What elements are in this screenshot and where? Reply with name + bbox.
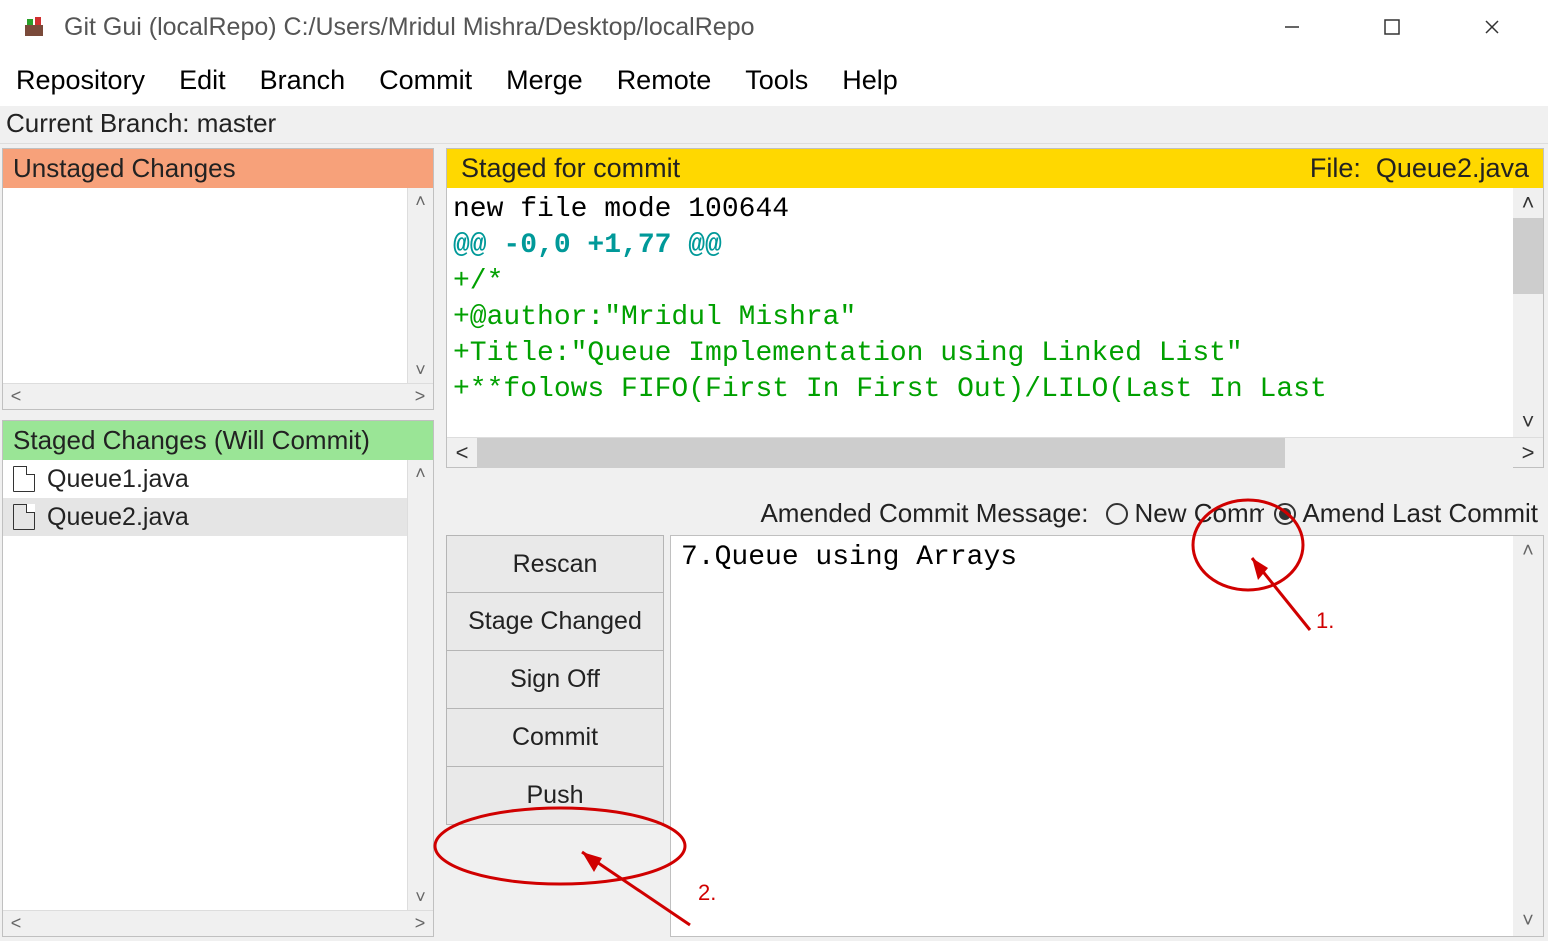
minimize-button[interactable] (1242, 0, 1342, 54)
scroll-left-icon[interactable]: ˂ (447, 438, 477, 468)
diff-line: +Title:"Queue Implementation using Linke… (453, 338, 1243, 369)
unstaged-header: Unstaged Changes (3, 149, 433, 188)
staged-header: Staged Changes (Will Commit) (3, 421, 433, 460)
titlebar: Git Gui (localRepo) C:/Users/Mridul Mish… (0, 0, 1548, 54)
app-icon (22, 15, 46, 39)
commit-area: Amended Commit Message: New Commit Amend… (446, 498, 1544, 937)
stage-changed-button[interactable]: Stage Changed (446, 593, 664, 651)
menu-edit[interactable]: Edit (179, 59, 244, 102)
radio-amend-commit-label: Amend Last Commit (1302, 498, 1538, 529)
diff-line: +/* (453, 266, 503, 297)
diff-file-name: Queue2.java (1376, 153, 1529, 183)
staged-panel: Staged Changes (Will Commit) Queue1.java… (2, 420, 434, 937)
scroll-up-icon[interactable]: ˄ (1513, 188, 1543, 218)
file-icon (13, 466, 35, 492)
staged-file-list[interactable]: Queue1.java Queue2.java (3, 460, 407, 910)
menu-tools[interactable]: Tools (745, 59, 826, 102)
maximize-button[interactable] (1342, 0, 1442, 54)
file-icon (13, 504, 35, 530)
commit-button[interactable]: Commit (446, 709, 664, 767)
scroll-down-icon[interactable]: ˅ (408, 884, 433, 910)
diff-body[interactable]: new file mode 100644 @@ -0,0 +1,77 @@ +/… (447, 188, 1513, 437)
diff-header: Staged for commit File: Queue2.java (447, 149, 1543, 188)
diff-header-left: Staged for commit (461, 153, 680, 184)
right-column: Staged for commit File: Queue2.java new … (438, 144, 1548, 941)
diff-line: @@ -0,0 +1,77 @@ (453, 230, 722, 261)
commit-message-input[interactable] (671, 536, 1513, 936)
scroll-left-icon[interactable]: ˂ (3, 911, 29, 937)
diff-header-right: File: Queue2.java (1310, 153, 1529, 184)
staged-file-row[interactable]: Queue1.java (3, 460, 407, 498)
commit-options: Amended Commit Message: New Commit Amend… (446, 498, 1544, 535)
staged-hscroll[interactable]: ˂ ˃ (3, 910, 433, 936)
push-button[interactable]: Push (446, 767, 664, 825)
scrollbar-thumb[interactable] (477, 438, 1285, 468)
annotation-label-2: 2. (698, 880, 716, 906)
scroll-right-icon[interactable]: ˃ (1513, 438, 1543, 468)
menu-merge[interactable]: Merge (506, 59, 601, 102)
unstaged-vscroll[interactable]: ˄ ˅ (407, 188, 433, 383)
scrollbar-thumb[interactable] (1513, 218, 1543, 294)
menu-commit[interactable]: Commit (379, 59, 490, 102)
scroll-down-icon[interactable]: ˅ (1513, 906, 1543, 936)
commit-message-label: Amended Commit Message: (760, 498, 1088, 529)
scroll-right-icon[interactable]: ˃ (407, 911, 433, 937)
diff-vscroll[interactable]: ˄ ˅ (1513, 188, 1543, 437)
scroll-right-icon[interactable]: ˃ (407, 384, 433, 410)
sign-off-button[interactable]: Sign Off (446, 651, 664, 709)
radio-amend-commit[interactable] (1274, 503, 1296, 525)
scroll-up-icon[interactable]: ˄ (408, 188, 433, 214)
annotation-label-1: 1. (1316, 608, 1334, 634)
menu-help[interactable]: Help (842, 59, 916, 102)
menu-remote[interactable]: Remote (617, 59, 730, 102)
window-title: Git Gui (localRepo) C:/Users/Mridul Mish… (64, 13, 1242, 42)
diff-panel: Staged for commit File: Queue2.java new … (446, 148, 1544, 468)
rescan-button[interactable]: Rescan (446, 535, 664, 593)
menu-branch[interactable]: Branch (260, 59, 364, 102)
radio-new-commit[interactable] (1106, 503, 1128, 525)
scroll-up-icon[interactable]: ˄ (408, 460, 433, 486)
staged-file-name: Queue2.java (47, 503, 189, 532)
diff-line: +**folows FIFO(First In First Out)/LILO(… (453, 374, 1327, 405)
window-controls (1242, 0, 1542, 54)
scroll-down-icon[interactable]: ˅ (1513, 407, 1543, 437)
diff-line: +@author:"Mridul Mishra" (453, 302, 856, 333)
radio-new-commit-label: New Commit (1134, 498, 1264, 529)
unstaged-panel: Unstaged Changes ˄ ˅ ˂ ˃ (2, 148, 434, 410)
scroll-down-icon[interactable]: ˅ (408, 357, 433, 383)
commit-buttons: Rescan Stage Changed Sign Off Commit Pus… (446, 535, 670, 937)
close-button[interactable] (1442, 0, 1542, 54)
commit-msg-vscroll[interactable]: ˄ ˅ (1513, 536, 1543, 936)
diff-file-label: File: (1310, 153, 1361, 183)
menu-repository[interactable]: Repository (16, 59, 163, 102)
commit-message-box: ˄ ˅ (670, 535, 1544, 937)
staged-vscroll[interactable]: ˄ ˅ (407, 460, 433, 910)
diff-hscroll[interactable]: ˂ ˃ (447, 437, 1543, 467)
branch-status: Current Branch: master (0, 106, 1548, 144)
staged-file-row[interactable]: Queue2.java (3, 498, 407, 536)
unstaged-hscroll[interactable]: ˂ ˃ (3, 383, 433, 409)
diff-line: new file mode 100644 (453, 194, 789, 225)
menubar: Repository Edit Branch Commit Merge Remo… (0, 54, 1548, 106)
main-area: Unstaged Changes ˄ ˅ ˂ ˃ Staged Changes … (0, 144, 1548, 941)
unstaged-file-list[interactable] (3, 188, 407, 383)
left-column: Unstaged Changes ˄ ˅ ˂ ˃ Staged Changes … (0, 144, 438, 941)
scroll-left-icon[interactable]: ˂ (3, 384, 29, 410)
staged-file-name: Queue1.java (47, 465, 189, 494)
scroll-up-icon[interactable]: ˄ (1513, 536, 1543, 566)
